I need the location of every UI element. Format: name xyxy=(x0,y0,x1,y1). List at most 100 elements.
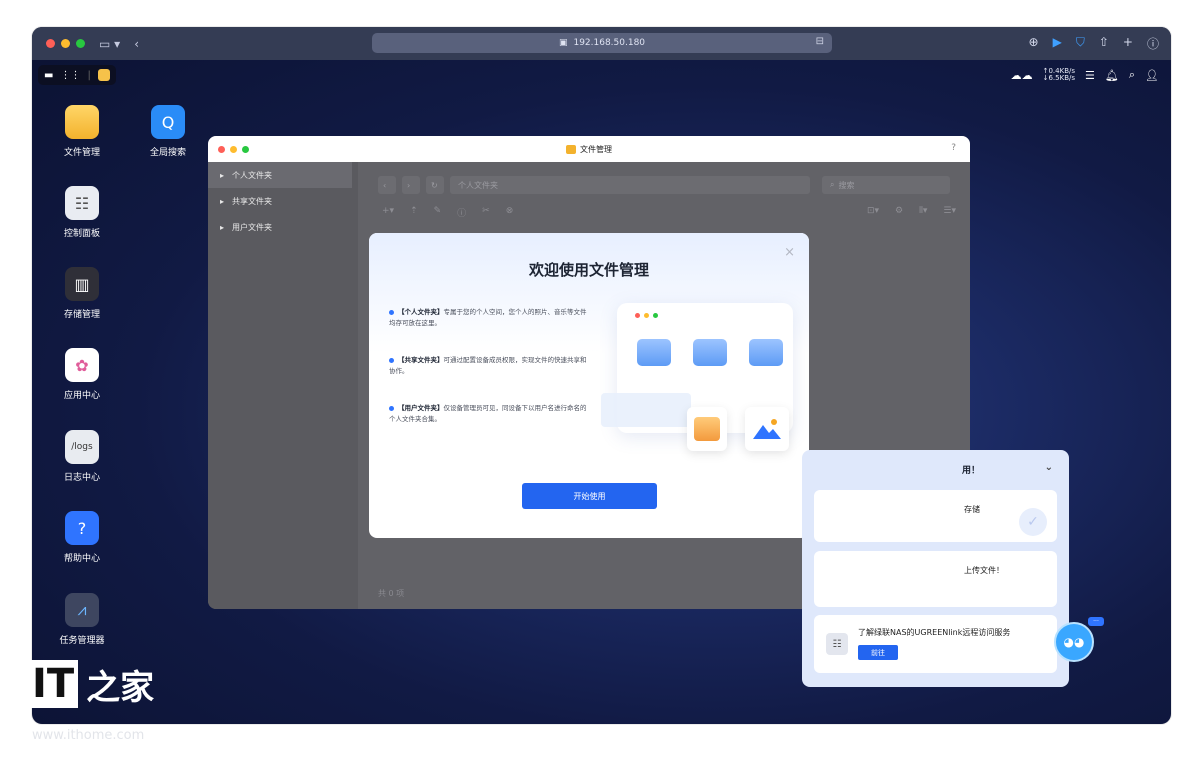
go-button[interactable]: 前往 xyxy=(858,645,898,660)
browser-window: ▭ ▾ ‹ ▣ 192.168.50.180 ⊟ ⊕ ▶ ⛉ ⇧ + ⓘ ▬ ⋮… xyxy=(32,27,1171,724)
desktop-icon-control-panel[interactable]: ☷ 控制面板 xyxy=(52,186,112,239)
desktop-icon-label: 全局搜索 xyxy=(149,148,186,158)
sidebar-toggle-icon[interactable]: ▭ ▾ xyxy=(99,37,120,51)
desktop-icon[interactable]: ▬ xyxy=(44,70,53,81)
guide-card-text: 上传文件！ xyxy=(964,566,1004,575)
view-icon[interactable]: ⊡▾ xyxy=(867,206,879,222)
start-button[interactable]: 开始使用 xyxy=(522,483,657,509)
chevron-down-icon[interactable]: ⌄ xyxy=(1045,462,1053,473)
sort-icon[interactable]: ☰▾ xyxy=(943,206,956,222)
forward-button[interactable]: › xyxy=(402,176,420,194)
sidebar-item-label: 共享文件夹 xyxy=(232,196,273,206)
feature-shared-folder: 【共享文件夹】可通过配置设备成员权限，实现文件的快速共享和协作。 xyxy=(389,355,589,377)
watermark: IT 之家 xyxy=(28,655,154,713)
desktop-icon-task-manager[interactable]: ⩘ 任务管理器 xyxy=(52,593,112,646)
chat-badge-icon: ··· xyxy=(1088,617,1104,626)
app-center-icon: ✿ xyxy=(65,348,99,382)
folder-illustration xyxy=(601,303,799,453)
sidebar-item-personal-folder[interactable]: ▸ 个人文件夹 xyxy=(208,162,352,188)
search-icon: Q xyxy=(151,105,185,139)
desktop-icon-help-center[interactable]: ? 帮助中心 xyxy=(52,511,112,564)
guide-card-storage[interactable]: 存储 ✓ xyxy=(814,490,1057,542)
guide-title: 用！ xyxy=(962,465,981,476)
refresh-icon[interactable]: ↻ xyxy=(426,176,444,194)
delete-icon[interactable]: ⊗ xyxy=(506,206,514,222)
cloud-icon[interactable]: ☁☁ xyxy=(1011,69,1033,82)
maximize-window-button[interactable] xyxy=(76,39,85,48)
dialog-title: 欢迎使用文件管理 xyxy=(528,261,649,279)
cut-icon[interactable]: ✂ xyxy=(482,206,490,222)
watermark-it: IT xyxy=(28,660,79,708)
minimize-window-button[interactable] xyxy=(61,39,70,48)
desktop-icon-file-manager[interactable]: 文件管理 xyxy=(52,105,112,158)
desktop-icon-label: 存储管理 xyxy=(63,310,100,320)
control-panel-icon: ☷ xyxy=(65,186,99,220)
watermark-zh: 之家 xyxy=(86,667,155,708)
path-bar[interactable]: 个人文件夹 xyxy=(450,176,810,194)
task-list-icon[interactable]: ☰ xyxy=(1085,69,1095,82)
welcome-dialog: 欢迎使用文件管理 × 【个人文件夹】专属于您的个人空间，您个人的照片、音乐等文件… xyxy=(369,233,809,538)
address-bar[interactable]: ▣ 192.168.50.180 ⊟ xyxy=(372,33,832,53)
blue-folder-icon xyxy=(637,339,671,366)
app-grid-icon[interactable]: ⋮⋮ xyxy=(60,70,80,81)
upload-icon[interactable]: ⇡ xyxy=(410,206,418,222)
share-icon[interactable]: ⇧ xyxy=(1099,35,1109,52)
help-icon: ? xyxy=(65,511,99,545)
reader-icon[interactable]: ⊟ xyxy=(816,36,824,47)
guide-panel: 用！ ⌄ 存储 ✓ 上传文件！ ☷ 了解绿联NAS的UGREENlink远程访问… xyxy=(802,450,1069,687)
folder-icon xyxy=(65,105,99,139)
back-button[interactable]: ‹ xyxy=(378,176,396,194)
bullet-icon xyxy=(389,405,394,411)
nas-status-area: ☁☁ ↑0.4KB/s ↓6.5KB/s ☰ 🔔︎ ⌕ 👤︎ xyxy=(1011,68,1159,82)
bullet-icon xyxy=(389,309,394,315)
desktop-icon-label: 文件管理 xyxy=(63,148,100,158)
extension-icon[interactable]: ▶ xyxy=(1053,35,1062,52)
notification-bell-icon[interactable]: 🔔︎ xyxy=(1105,69,1119,82)
chevron-right-icon: ▸ xyxy=(220,170,225,180)
new-tab-icon[interactable]: + xyxy=(1123,35,1133,52)
guide-card-ugreenlink: ☷ 了解绿联NAS的UGREENlink远程访问服务 前往 xyxy=(814,615,1057,673)
feature-name: 【个人文件夹】 xyxy=(398,308,444,316)
blue-folder-icon xyxy=(693,339,727,366)
download-icon[interactable]: ⊕ xyxy=(1029,35,1039,52)
sidebar-item-user-folder[interactable]: ▸ 用户文件夹 xyxy=(208,214,358,240)
settings-icon[interactable]: ⚙ xyxy=(895,206,903,222)
search-icon[interactable]: ⌕ xyxy=(1129,68,1135,82)
download-speed: ↓6.5KB/s xyxy=(1042,74,1076,82)
desktop-icon-label: 应用中心 xyxy=(63,391,100,401)
close-window-button[interactable] xyxy=(46,39,55,48)
shield-icon[interactable]: ⛉ xyxy=(1076,35,1085,52)
search-placeholder: 搜索 xyxy=(838,180,855,190)
user-icon[interactable]: 👤︎ xyxy=(1145,69,1159,82)
window-controls xyxy=(46,39,85,48)
illustration-list xyxy=(601,393,691,427)
bullet-icon xyxy=(389,357,394,363)
log-icon: /logs xyxy=(65,430,99,464)
file-manager-task-icon[interactable] xyxy=(97,69,110,81)
fm-title-text: 文件管理 xyxy=(580,144,612,154)
edit-icon[interactable]: ✎ xyxy=(434,206,442,222)
folder-icon xyxy=(566,144,576,154)
guide-card-upload[interactable]: 上传文件！ xyxy=(814,551,1057,607)
check-icon: ✓ xyxy=(1019,508,1047,536)
help-button[interactable]: ? xyxy=(951,143,956,153)
desktop-icon-log-center[interactable]: /logs 日志中心 xyxy=(52,430,112,483)
back-arrow-icon[interactable]: ‹ xyxy=(134,37,139,51)
close-icon[interactable]: × xyxy=(784,245,795,260)
info-icon[interactable]: ⓘ xyxy=(457,206,466,222)
guide-header: 用！ ⌄ xyxy=(802,450,1069,488)
network-speed: ↑0.4KB/s ↓6.5KB/s xyxy=(1043,68,1075,82)
search-input[interactable]: ⌕ 搜索 xyxy=(822,176,950,194)
desktop-icon-app-center[interactable]: ✿ 应用中心 xyxy=(52,348,112,401)
desktop-icon-label: 日志中心 xyxy=(63,473,100,483)
fm-sidebar: ▸ 个人文件夹 ▸ 共享文件夹 ▸ 用户文件夹 xyxy=(208,162,358,609)
sidebar-item-shared-folder[interactable]: ▸ 共享文件夹 xyxy=(208,188,358,214)
info-icon[interactable]: ⓘ xyxy=(1147,35,1159,52)
desktop-icon-global-search[interactable]: Q 全局搜索 xyxy=(138,105,198,158)
add-icon[interactable]: +▾ xyxy=(382,206,394,222)
browser-actions: ⊕ ▶ ⛉ ⇧ + ⓘ xyxy=(1029,35,1159,52)
desktop-icon-storage[interactable]: ▥ 存储管理 xyxy=(52,267,112,320)
chevron-right-icon: ▸ xyxy=(220,196,225,206)
columns-icon[interactable]: ⫴▾ xyxy=(919,206,927,222)
assistant-robot-icon[interactable]: ◕◕ xyxy=(1054,622,1094,662)
